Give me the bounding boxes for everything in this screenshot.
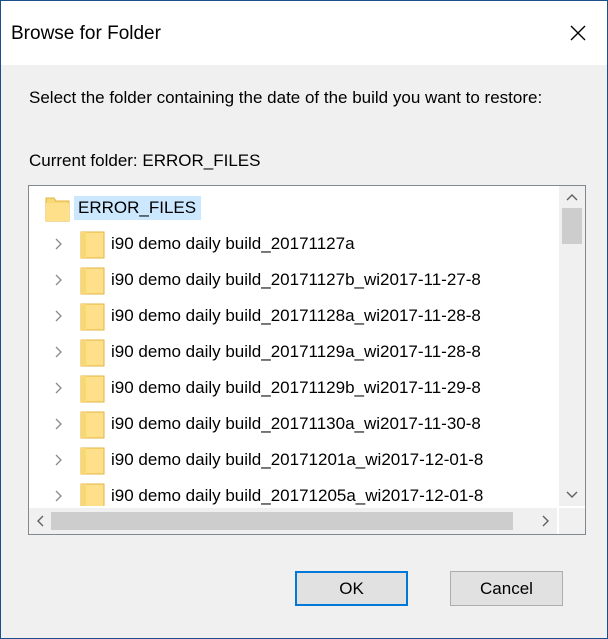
chevron-right-icon[interactable] xyxy=(49,342,69,362)
instruction-text: Select the folder containing the date of… xyxy=(29,88,543,107)
current-folder-label: Current folder: ERROR_FILES xyxy=(29,151,261,170)
tree-item-label: i90 demo daily build_20171130a_wi2017-11… xyxy=(111,414,481,433)
chevron-right-icon[interactable] xyxy=(49,378,69,398)
cancel-button[interactable]: Cancel xyxy=(450,571,563,606)
chevron-right-icon[interactable] xyxy=(49,414,69,434)
tree-item-label: i90 demo daily build_20171129b_wi2017-11… xyxy=(111,378,481,397)
tree-item-label: i90 demo daily build_20171129a_wi2017-11… xyxy=(111,342,481,361)
folder-icon xyxy=(80,447,105,475)
window-title: Browse for Folder xyxy=(11,23,161,44)
chevron-right-icon[interactable] xyxy=(49,306,69,326)
folder-icon xyxy=(80,339,105,367)
tree-item[interactable]: i90 demo daily build_20171128a_wi2017-11… xyxy=(29,298,557,334)
scroll-left-button[interactable] xyxy=(29,508,51,534)
chevron-right-icon xyxy=(542,515,549,527)
chevron-right-icon[interactable] xyxy=(49,450,69,470)
vertical-scrollbar[interactable] xyxy=(559,186,585,506)
browse-for-folder-dialog: Browse for Folder Select the folder cont… xyxy=(0,0,608,639)
horizontal-scroll-thumb[interactable] xyxy=(51,512,513,530)
folder-icon xyxy=(80,231,105,259)
tree-item[interactable]: i90 demo daily build_20171129b_wi2017-11… xyxy=(29,370,557,406)
tree-item-label: i90 demo daily build_20171128a_wi2017-11… xyxy=(111,306,481,325)
tree-item[interactable]: i90 demo daily build_20171127b_wi2017-11… xyxy=(29,262,557,298)
folder-icon xyxy=(45,197,70,222)
tree-item[interactable]: i90 demo daily build_20171205a_wi2017-12… xyxy=(29,478,557,506)
scrollbar-corner xyxy=(559,508,585,534)
close-icon xyxy=(570,25,586,41)
tree-item-label: i90 demo daily build_20171205a_wi2017-12… xyxy=(111,486,484,505)
tree-item[interactable]: i90 demo daily build_20171129a_wi2017-11… xyxy=(29,334,557,370)
chevron-down-icon xyxy=(566,491,578,498)
vertical-scroll-thumb[interactable] xyxy=(562,208,582,244)
dialog-body: Select the folder containing the date of… xyxy=(1,65,607,638)
folder-tree[interactable]: ERROR_FILES i90 demo daily build_2017112… xyxy=(28,185,586,535)
chevron-left-icon xyxy=(37,515,44,527)
chevron-right-icon[interactable] xyxy=(49,270,69,290)
tree-item-label: i90 demo daily build_20171201a_wi2017-12… xyxy=(111,450,484,469)
tree-item[interactable]: i90 demo daily build_20171130a_wi2017-11… xyxy=(29,406,557,442)
horizontal-scrollbar[interactable] xyxy=(29,508,557,534)
folder-icon xyxy=(80,303,105,331)
scroll-right-button[interactable] xyxy=(535,508,557,534)
folder-icon xyxy=(80,375,105,403)
tree-item[interactable]: i90 demo daily build_20171127a xyxy=(29,226,557,262)
tree-item-label: i90 demo daily build_20171127b_wi2017-11… xyxy=(111,270,481,289)
tree-item-label: i90 demo daily build_20171127a xyxy=(111,234,355,253)
chevron-up-icon xyxy=(566,194,578,201)
scroll-down-button[interactable] xyxy=(559,484,585,506)
folder-icon xyxy=(80,411,105,439)
chevron-right-icon[interactable] xyxy=(49,486,69,506)
tree-item[interactable]: i90 demo daily build_20171201a_wi2017-12… xyxy=(29,442,557,478)
ok-button[interactable]: OK xyxy=(295,571,408,606)
folder-tree-rows: ERROR_FILES i90 demo daily build_2017112… xyxy=(29,186,557,506)
scroll-up-button[interactable] xyxy=(559,186,585,208)
chevron-right-icon[interactable] xyxy=(49,234,69,254)
close-button[interactable] xyxy=(549,1,607,65)
tree-root-label: ERROR_FILES xyxy=(74,196,202,220)
tree-root-item[interactable]: ERROR_FILES xyxy=(29,190,557,226)
folder-icon xyxy=(80,483,105,506)
title-bar[interactable]: Browse for Folder xyxy=(1,1,607,65)
folder-icon xyxy=(80,267,105,295)
